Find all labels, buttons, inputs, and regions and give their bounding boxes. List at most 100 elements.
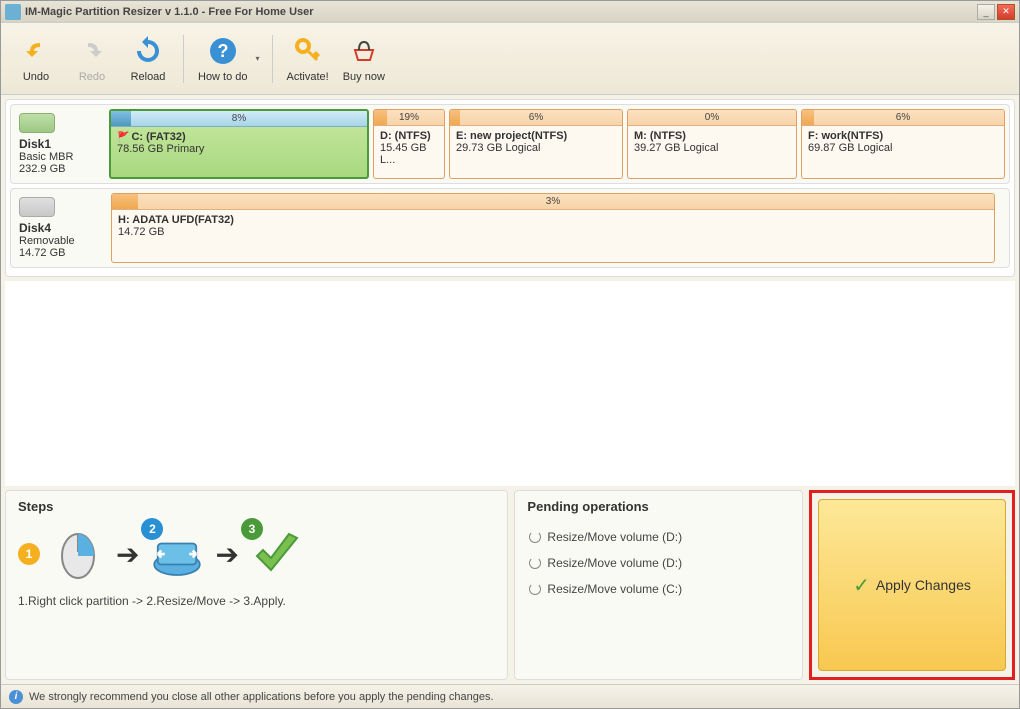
redo-icon <box>76 35 108 67</box>
disk-icon <box>19 197 55 217</box>
partition-usage-bar: 6% <box>450 110 622 126</box>
disk-list: Disk1 Basic MBR 232.9 GB 8% 🚩C: (FAT32) … <box>5 99 1015 277</box>
status-text: We strongly recommend you close all othe… <box>29 691 494 703</box>
partition-pct: 6% <box>802 110 1004 126</box>
disk-label[interactable]: Disk4 Removable 14.72 GB <box>15 193 111 263</box>
disk-name: Disk1 <box>19 137 51 151</box>
partition-usage-bar: 6% <box>802 110 1004 126</box>
minimize-button[interactable]: _ <box>977 4 995 20</box>
reload-button[interactable]: Reload <box>121 28 175 90</box>
partition-usage-bar: 0% <box>628 110 796 126</box>
redo-label: Redo <box>79 71 105 83</box>
bottom-panels: Steps 1 ➔ 2 ➔ 3 1.Right click partition … <box>5 490 1015 680</box>
steps-text: 1.Right click partition -> 2.Resize/Move… <box>18 594 495 608</box>
activate-button[interactable]: Activate! <box>281 28 335 90</box>
partition[interactable]: 0% M: (NTFS) 39.27 GB Logical <box>627 109 797 179</box>
disk-type: Basic MBR <box>19 151 73 163</box>
partition[interactable]: 6% F: work(NTFS) 69.87 GB Logical <box>801 109 1005 179</box>
partition-info: D: (NTFS) 15.45 GB L... <box>374 126 444 170</box>
partition-pct: 0% <box>628 110 796 126</box>
partition-pct: 3% <box>112 194 994 210</box>
apply-changes-button[interactable]: ✓ Apply Changes <box>818 499 1006 671</box>
partition-pct: 19% <box>374 110 444 126</box>
help-icon: ? <box>207 35 239 67</box>
pending-item[interactable]: Resize/Move volume (D:) <box>527 550 790 576</box>
pending-item[interactable]: Resize/Move volume (C:) <box>527 576 790 602</box>
refresh-icon <box>529 531 541 543</box>
partition-size: 14.72 GB <box>118 226 988 238</box>
steps-graphic: 1 ➔ 2 ➔ 3 <box>18 526 495 582</box>
check-icon: ✓ <box>853 573 870 598</box>
partition-label: E: new project(NTFS) <box>456 130 616 142</box>
disk-row: Disk1 Basic MBR 232.9 GB 8% 🚩C: (FAT32) … <box>10 104 1010 184</box>
partition-label: D: (NTFS) <box>380 130 438 142</box>
disk-row: Disk4 Removable 14.72 GB 3% H: ADATA UFD… <box>10 188 1010 268</box>
partition-size: 29.73 GB Logical <box>456 142 616 154</box>
mouse-icon <box>50 526 106 582</box>
apply-highlight: ✓ Apply Changes <box>809 490 1015 680</box>
partition-info: F: work(NTFS) 69.87 GB Logical <box>802 126 1004 158</box>
basket-icon <box>348 35 380 67</box>
partition-usage-bar: 3% <box>112 194 994 210</box>
steps-panel: Steps 1 ➔ 2 ➔ 3 1.Right click partition … <box>5 490 508 680</box>
toolbar-separator <box>183 35 184 83</box>
partition-label: 🚩C: (FAT32) <box>117 131 361 143</box>
partition-label: F: work(NTFS) <box>808 130 998 142</box>
pending-panel: Pending operations Resize/Move volume (D… <box>514 490 803 680</box>
disk-label[interactable]: Disk1 Basic MBR 232.9 GB <box>15 109 109 179</box>
main-window: IM-Magic Partition Resizer v 1.1.0 - Fre… <box>0 0 1020 709</box>
reload-label: Reload <box>131 71 166 83</box>
step-3-badge: 3 <box>241 518 263 540</box>
titlebar: IM-Magic Partition Resizer v 1.1.0 - Fre… <box>1 1 1019 23</box>
howto-label: How to do <box>198 71 248 83</box>
partition-label: H: ADATA UFD(FAT32) <box>118 214 988 226</box>
window-title: IM-Magic Partition Resizer v 1.1.0 - Fre… <box>25 6 977 18</box>
pending-title: Pending operations <box>527 499 790 514</box>
refresh-icon <box>529 557 541 569</box>
arrow-icon: ➔ <box>215 538 238 571</box>
partition[interactable]: 19% D: (NTFS) 15.45 GB L... <box>373 109 445 179</box>
howto-button[interactable]: ? How to do <box>192 28 254 90</box>
partition-label: M: (NTFS) <box>634 130 790 142</box>
partition-usage-bar: 19% <box>374 110 444 126</box>
partition-size: 78.56 GB Primary <box>117 143 361 155</box>
undo-button[interactable]: Undo <box>9 28 63 90</box>
undo-label: Undo <box>23 71 49 83</box>
pending-text: Resize/Move volume (C:) <box>547 582 682 596</box>
partition-pct: 8% <box>111 111 367 127</box>
partitions: 8% 🚩C: (FAT32) 78.56 GB Primary 19% D: (… <box>109 109 1005 179</box>
partition-usage-bar: 8% <box>111 111 367 127</box>
toolbar-separator <box>272 35 273 83</box>
app-icon <box>5 4 21 20</box>
buynow-button[interactable]: Buy now <box>337 28 391 90</box>
partition-info: M: (NTFS) 39.27 GB Logical <box>628 126 796 158</box>
pending-text: Resize/Move volume (D:) <box>547 556 682 570</box>
undo-icon <box>20 35 52 67</box>
pending-item[interactable]: Resize/Move volume (D:) <box>527 524 790 550</box>
partition-size: 15.45 GB L... <box>380 142 438 166</box>
reload-icon <box>132 35 164 67</box>
statusbar: i We strongly recommend you close all ot… <box>1 684 1019 708</box>
flag-icon: 🚩 <box>117 132 129 143</box>
disk-name: Disk4 <box>19 221 51 235</box>
info-icon: i <box>9 690 23 704</box>
toolbar: Undo Redo Reload ? How to do ▾ Activate!… <box>1 23 1019 95</box>
partition-size: 39.27 GB Logical <box>634 142 790 154</box>
content-area <box>5 281 1015 486</box>
partition-info: 🚩C: (FAT32) 78.56 GB Primary <box>111 127 367 159</box>
partition-info: H: ADATA UFD(FAT32) 14.72 GB <box>112 210 994 242</box>
disk-size: 14.72 GB <box>19 247 65 259</box>
partition[interactable]: 8% 🚩C: (FAT32) 78.56 GB Primary <box>109 109 369 179</box>
partitions: 3% H: ADATA UFD(FAT32) 14.72 GB <box>111 193 1005 263</box>
partition-size: 69.87 GB Logical <box>808 142 998 154</box>
partition[interactable]: 6% E: new project(NTFS) 29.73 GB Logical <box>449 109 623 179</box>
close-button[interactable]: ✕ <box>997 4 1015 20</box>
partition[interactable]: 3% H: ADATA UFD(FAT32) 14.72 GB <box>111 193 995 263</box>
apply-label: Apply Changes <box>876 577 971 593</box>
svg-text:?: ? <box>217 41 228 61</box>
howto-dropdown-icon[interactable]: ▾ <box>256 54 264 63</box>
disk-icon <box>19 113 55 133</box>
partition-pct: 6% <box>450 110 622 126</box>
redo-button[interactable]: Redo <box>65 28 119 90</box>
key-icon <box>292 35 324 67</box>
